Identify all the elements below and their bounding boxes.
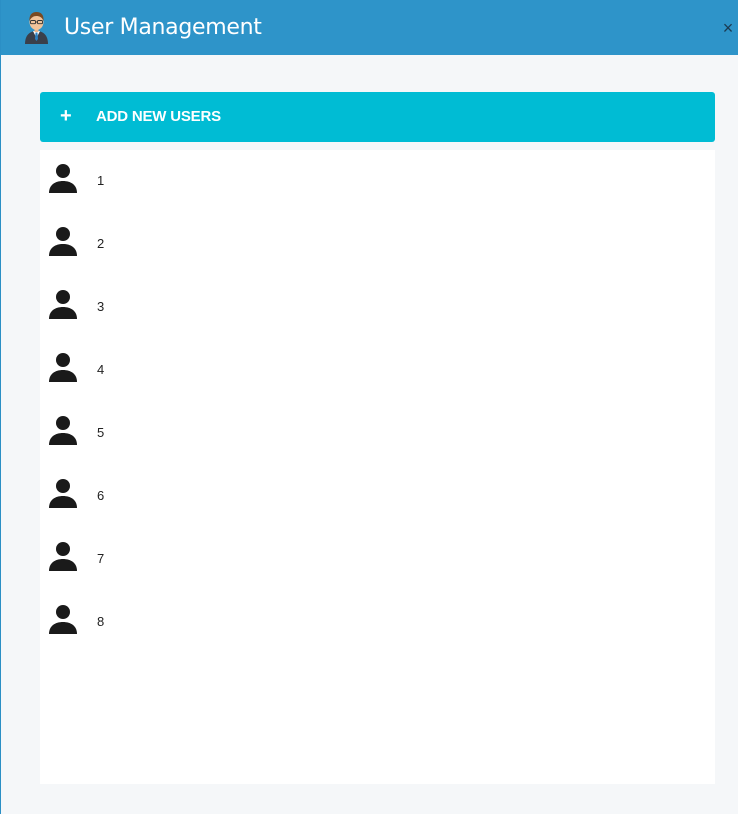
plus-icon: +: [60, 105, 72, 127]
person-icon: [49, 416, 77, 445]
user-label: 8: [97, 614, 105, 629]
person-icon: [49, 227, 77, 256]
person-icon: [49, 542, 77, 571]
person-icon: [49, 164, 77, 193]
add-new-users-button[interactable]: + ADD NEW USERS: [40, 92, 715, 142]
user-list: 1 2 3 4 5 6 7 8: [40, 150, 715, 784]
user-management-window: User Management × + ADD NEW USERS 1 2 3 …: [0, 0, 738, 814]
close-button[interactable]: ×: [719, 18, 737, 38]
person-icon: [49, 290, 77, 319]
list-item[interactable]: 2: [40, 213, 715, 261]
title-bar: User Management ×: [1, 0, 738, 55]
person-icon: [49, 479, 77, 508]
list-item[interactable]: 3: [40, 276, 715, 324]
list-item[interactable]: 1: [40, 150, 715, 198]
user-label: 5: [97, 425, 105, 440]
person-icon: [49, 353, 77, 382]
user-management-icon: [25, 12, 48, 44]
list-item[interactable]: 4: [40, 339, 715, 387]
user-label: 2: [97, 236, 105, 251]
user-label: 4: [97, 362, 105, 377]
window-title: User Management: [64, 15, 262, 40]
list-item[interactable]: 5: [40, 402, 715, 450]
list-item[interactable]: 8: [40, 591, 715, 639]
user-label: 3: [97, 299, 105, 314]
user-label: 1: [97, 173, 105, 188]
list-item[interactable]: 7: [40, 528, 715, 576]
user-label: 6: [97, 488, 105, 503]
person-icon: [49, 605, 77, 634]
list-item[interactable]: 6: [40, 465, 715, 513]
add-new-users-label: ADD NEW USERS: [96, 108, 221, 125]
user-label: 7: [97, 551, 105, 566]
